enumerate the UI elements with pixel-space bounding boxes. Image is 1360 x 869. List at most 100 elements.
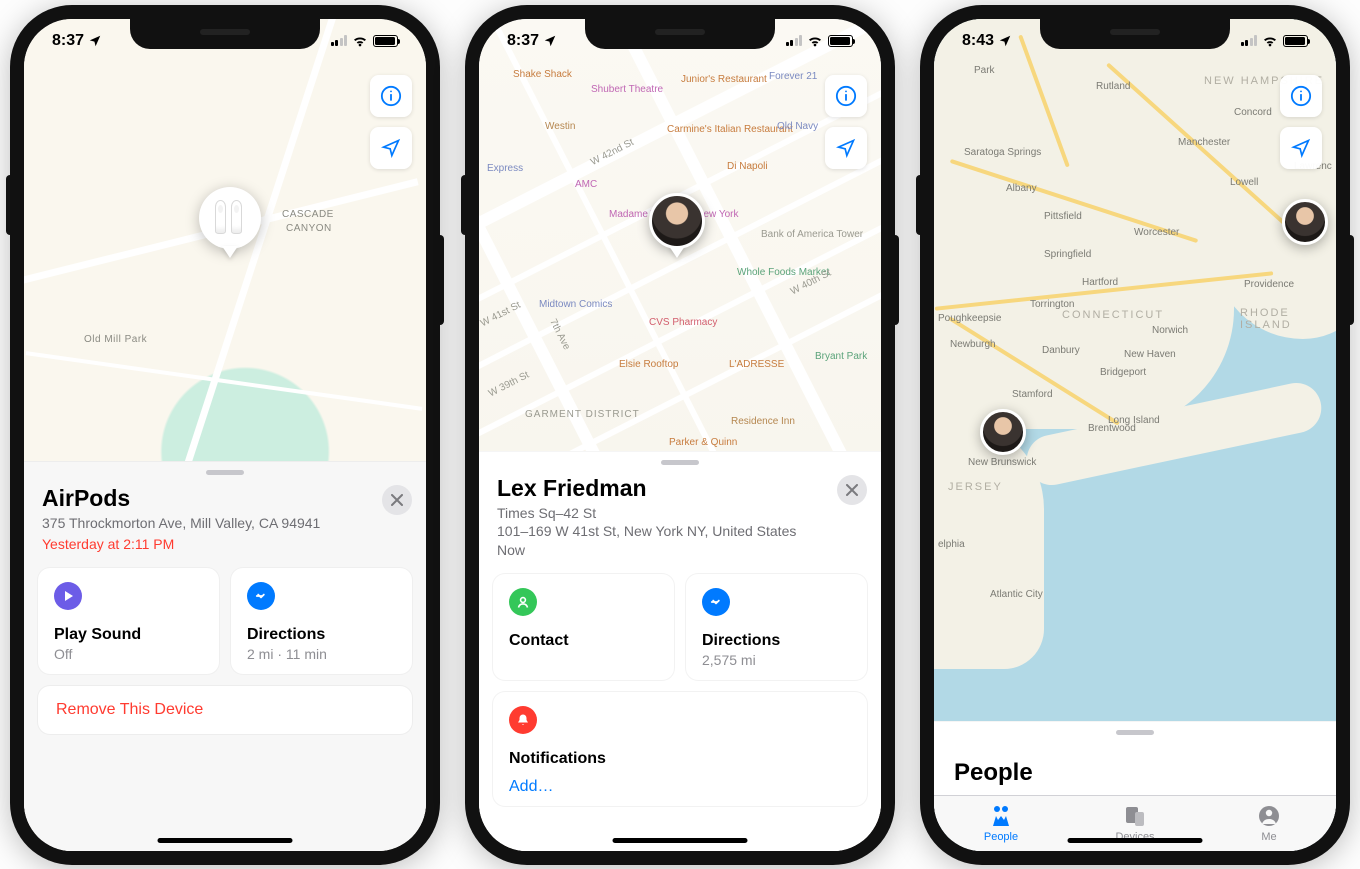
notifications-section[interactable]: Notifications Add… [493,692,867,806]
contact-label: Contact [509,632,658,650]
city-label: Bridgeport [1100,367,1146,378]
city-label: New Brunswick [968,457,1036,468]
play-sound-sub: Off [54,646,203,662]
map-label-area2: CANYON [286,223,332,234]
tab-label: Me [1261,831,1276,843]
device-detail-sheet[interactable]: AirPods 375 Throckmorton Ave, Mill Valle… [24,461,426,851]
person-loc-3: Now [497,541,863,560]
phone-device-1: 8:37 Old Mill Park CASCADE CANYON [10,5,440,865]
close-icon [846,484,858,496]
person-detail-sheet[interactable]: Lex Friedman Times Sq–42 St 101–169 W 41… [479,451,881,851]
directions-label: Directions [247,626,396,644]
home-indicator[interactable] [1068,838,1203,843]
directions-card[interactable]: Directions 2,575 mi [686,574,867,680]
city-label: Pittsfield [1044,211,1082,222]
device-title: AirPods [42,485,408,512]
directions-card[interactable]: Directions 2 mi · 11 min [231,568,412,674]
cellular-icon [331,35,348,46]
drag-handle[interactable] [1116,730,1154,735]
map-info-button[interactable] [370,75,412,117]
map-info-button[interactable] [1280,75,1322,117]
map-poi: Residence Inn [731,416,795,427]
play-sound-label: Play Sound [54,626,203,644]
city-label: Concord [1234,107,1272,118]
map-poi: Shubert Theatre [591,84,663,95]
city-label: Danbury [1042,345,1080,356]
remove-device-button[interactable]: Remove This Device [38,686,412,734]
map-poi: Parker & Quinn [669,437,737,448]
close-sheet-button[interactable] [382,485,412,515]
close-icon [391,494,403,506]
map-info-button[interactable] [825,75,867,117]
status-time: 8:43 [962,32,994,50]
city-label: Providence [1244,279,1294,290]
directions-icon [702,588,730,616]
tab-people[interactable]: People [934,796,1068,851]
close-sheet-button[interactable] [837,475,867,505]
phone-device-3: 8:43 NEW HAMPSHIRE CONNECTICUT RHODE ISL… [920,5,1350,865]
city-label: Lowell [1230,177,1258,188]
cellular-icon [786,35,803,46]
map-poi: Westin [545,121,575,132]
notifications-title: Notifications [509,750,851,768]
state-label: RHODE ISLAND [1240,307,1336,331]
devices-icon [1122,804,1148,828]
directions-sub: 2,575 mi [702,652,851,668]
city-label: Albany [1006,183,1037,194]
notch [585,19,775,49]
person-loc-1: Times Sq–42 St [497,504,863,523]
city-label: Worcester [1134,227,1179,238]
location-arrow-icon [88,34,102,48]
people-sheet[interactable]: People People Devices Me [934,721,1336,851]
map-poi: Bryant Park [815,351,867,362]
city-label: Springfield [1044,249,1091,260]
person-pin-small[interactable] [980,409,1026,455]
device-last-seen: Yesterday at 2:11 PM [42,535,408,554]
map-locate-button[interactable] [1280,127,1322,169]
person-pin-small[interactable] [1282,199,1328,245]
battery-icon [373,35,398,47]
map-poi: Midtown Comics [539,299,612,310]
directions-sub: 2 mi · 11 min [247,646,396,662]
notch [1040,19,1230,49]
play-sound-card[interactable]: Play Sound Off [38,568,219,674]
location-arrow-icon [998,34,1012,48]
city-label: Park [974,65,995,76]
map-poi: Elsie Rooftop [619,359,678,370]
map-poi: Old Navy [777,121,818,132]
directions-icon [247,582,275,610]
person-pin[interactable] [649,193,705,249]
state-label: CONNECTICUT [1062,309,1164,321]
cellular-icon [1241,35,1258,46]
city-label: Poughkeepsie [938,313,1001,324]
map-locate-button[interactable] [825,127,867,169]
city-label: New Haven [1124,349,1176,360]
bell-icon [509,706,537,734]
directions-label: Directions [702,632,851,650]
drag-handle[interactable] [206,470,244,475]
map-locate-button[interactable] [370,127,412,169]
contact-card[interactable]: Contact [493,574,674,680]
map-poi: CVS Pharmacy [649,317,717,328]
notifications-add[interactable]: Add… [509,778,851,796]
tab-me[interactable]: Me [1202,796,1336,851]
city-label: Manchester [1178,137,1230,148]
home-indicator[interactable] [158,838,293,843]
map-poi: Carmine's Italian Restaurant [667,124,793,135]
map-poi: Express [487,163,523,174]
drag-handle[interactable] [661,460,699,465]
map-label-park: Old Mill Park [84,334,147,345]
map-poi: L'ADRESSE [729,359,784,370]
map-poi: Forever 21 [769,71,817,82]
battery-icon [1283,35,1308,47]
map-poi: Bank of America Tower [761,229,863,240]
city-label: Hartford [1082,277,1118,288]
tab-label: People [984,831,1018,843]
home-indicator[interactable] [613,838,748,843]
play-icon [54,582,82,610]
map-poi: GARMENT DISTRICT [525,409,640,420]
city-label: Saratoga Springs [964,147,1041,158]
device-pin-airpods[interactable] [199,187,261,249]
city-label: Torrington [1030,299,1074,310]
wifi-icon [352,35,368,47]
